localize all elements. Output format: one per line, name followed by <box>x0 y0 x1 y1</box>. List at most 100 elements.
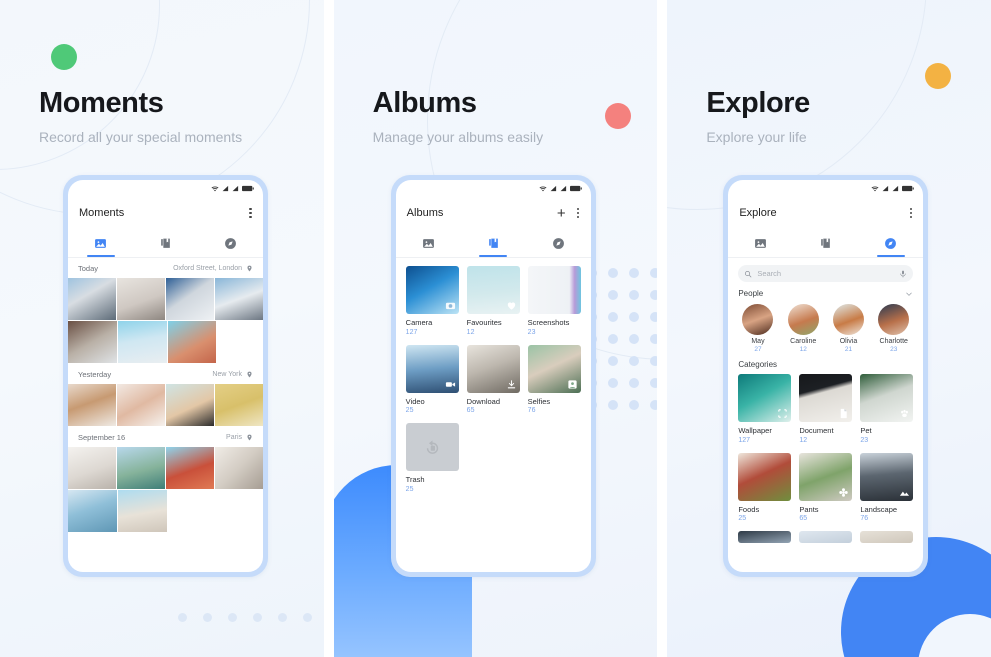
photo-thumb[interactable] <box>117 490 167 532</box>
album-card[interactable]: Video 25 <box>405 344 459 414</box>
category-card-partial[interactable] <box>799 531 853 543</box>
category-thumbnail[interactable] <box>799 374 853 422</box>
photo-thumb[interactable] <box>117 278 165 320</box>
person-card[interactable]: Olivia 21 <box>828 304 869 353</box>
category-thumbnail[interactable] <box>738 452 792 501</box>
avatar[interactable] <box>832 304 864 335</box>
tab-explore[interactable] <box>526 229 591 257</box>
avatar[interactable] <box>787 304 819 335</box>
overflow-menu-icon[interactable] <box>576 207 580 219</box>
category-name: Wallpaper <box>738 426 772 435</box>
album-thumbnail[interactable] <box>466 266 520 314</box>
photo-thumb[interactable] <box>215 278 263 320</box>
album-card[interactable]: Favourites 12 <box>466 266 520 336</box>
explore-content[interactable]: Search People May 27 Caroline 12 Olivia … <box>728 258 923 572</box>
photo-thumb[interactable] <box>167 321 217 363</box>
album-card[interactable]: Download 65 <box>466 344 520 414</box>
accent-dot-amber <box>925 63 952 89</box>
album-card[interactable]: Trash 25 <box>405 423 459 493</box>
album-name: Trash <box>405 475 425 484</box>
category-thumbnail[interactable] <box>860 374 914 422</box>
photo-thumb[interactable] <box>68 321 117 363</box>
photo-thumb[interactable] <box>166 384 214 426</box>
albums-grid-container[interactable]: Camera 127 Favourites 12 Screenshots 23 … <box>396 258 591 572</box>
add-album-button[interactable]: + <box>557 206 566 221</box>
tab-photos[interactable] <box>396 229 461 257</box>
person-card[interactable]: Caroline 12 <box>783 304 824 353</box>
person-card[interactable]: Charlotte 23 <box>873 304 914 353</box>
overflow-menu-icon[interactable] <box>909 207 913 219</box>
album-card[interactable]: Screenshots 23 <box>527 266 581 336</box>
video-icon <box>445 381 455 387</box>
photo-icon <box>422 238 434 248</box>
app-bar-actions <box>249 207 252 219</box>
album-thumbnail[interactable] <box>405 344 459 393</box>
page-dot[interactable] <box>253 613 262 622</box>
photo-thumb[interactable] <box>68 384 116 426</box>
search-input[interactable]: Search <box>757 269 894 278</box>
album-card[interactable]: Selfies 76 <box>527 344 581 414</box>
photo-thumb[interactable] <box>215 447 263 489</box>
search-bar[interactable]: Search <box>738 265 914 282</box>
page-dot[interactable] <box>178 613 187 622</box>
page-dot[interactable] <box>203 613 212 622</box>
phone-mockup-albums: Albums + Camera 127 Favourites 12 Screen… <box>390 175 596 577</box>
microphone-icon[interactable] <box>899 270 907 278</box>
category-card-partial[interactable] <box>738 531 792 543</box>
photo-row[interactable] <box>68 490 263 532</box>
photo-thumb[interactable] <box>68 490 117 532</box>
photo-row[interactable] <box>68 447 263 489</box>
people-section-header[interactable]: People <box>728 282 923 301</box>
category-card[interactable]: Document 12 <box>799 374 853 444</box>
avatar[interactable] <box>878 304 910 335</box>
page-dot[interactable] <box>278 613 287 622</box>
pagination-dots[interactable] <box>178 613 324 622</box>
app-bar: Moments <box>68 197 263 229</box>
photo-row[interactable] <box>68 384 263 426</box>
overflow-menu-icon[interactable] <box>249 207 252 219</box>
person-card[interactable]: May 27 <box>737 304 778 353</box>
chevron-down-icon[interactable] <box>905 290 913 298</box>
tab-explore[interactable] <box>858 229 923 257</box>
album-thumbnail[interactable] <box>527 266 581 314</box>
category-thumbnail[interactable] <box>860 531 914 543</box>
category-card[interactable]: Landscape 76 <box>860 452 914 522</box>
album-thumbnail[interactable] <box>405 266 459 314</box>
photo-thumb[interactable] <box>215 384 263 426</box>
category-thumbnail[interactable] <box>799 452 853 501</box>
page-dot[interactable] <box>303 613 312 622</box>
tab-albums[interactable] <box>133 229 198 257</box>
photo-thumb[interactable] <box>68 447 116 489</box>
category-thumbnail[interactable] <box>738 374 792 422</box>
photo-thumb[interactable] <box>166 278 214 320</box>
category-thumbnail[interactable] <box>860 452 914 501</box>
avatar[interactable] <box>742 304 774 335</box>
category-card[interactable]: Pet 23 <box>860 374 914 444</box>
category-thumbnail[interactable] <box>799 531 853 543</box>
photo-thumb[interactable] <box>117 321 167 363</box>
tab-explore[interactable] <box>198 229 263 257</box>
category-card-partial[interactable] <box>860 531 914 543</box>
album-card[interactable]: Camera 127 <box>405 266 459 336</box>
tab-photos[interactable] <box>68 229 133 257</box>
page-dot[interactable] <box>228 613 237 622</box>
album-thumbnail[interactable] <box>527 344 581 393</box>
category-card[interactable]: Wallpaper 127 <box>738 374 792 444</box>
moments-section-header: Yesterday New York <box>68 364 263 384</box>
category-card[interactable]: Foods 25 <box>738 452 792 522</box>
photo-thumb[interactable] <box>68 278 116 320</box>
panel-header-moments: Moments Record all your special moments <box>39 87 242 145</box>
tab-albums[interactable] <box>793 229 858 257</box>
tab-photos[interactable] <box>728 229 793 257</box>
category-card[interactable]: Pants 65 <box>799 452 853 522</box>
moments-feed[interactable]: Today Oxford Street, London Yesterday Ne… <box>68 258 263 572</box>
photo-thumb[interactable] <box>117 384 165 426</box>
category-thumbnail[interactable] <box>738 531 792 543</box>
album-thumbnail[interactable] <box>466 344 520 393</box>
photo-thumb[interactable] <box>166 447 214 489</box>
photo-row[interactable] <box>68 278 263 320</box>
album-thumbnail[interactable] <box>405 423 459 471</box>
tab-albums[interactable] <box>461 229 526 257</box>
photo-row[interactable] <box>68 321 263 363</box>
photo-thumb[interactable] <box>117 447 165 489</box>
